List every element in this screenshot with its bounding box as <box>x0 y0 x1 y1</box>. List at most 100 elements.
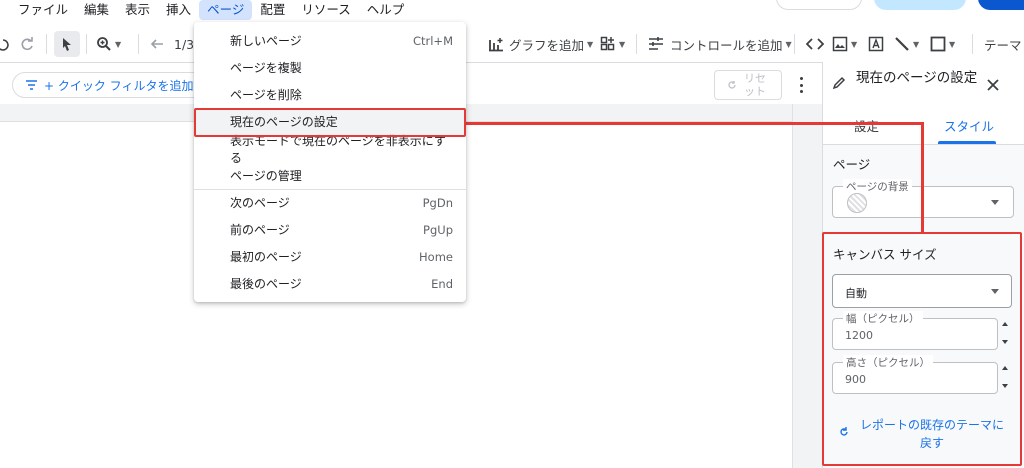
canvas-scroll-margin <box>792 104 822 468</box>
redo-button[interactable] <box>20 26 34 62</box>
toolbar-divider <box>86 34 87 54</box>
chevron-down-icon: ▼ <box>587 39 594 49</box>
menu-item-label: ページを複製 <box>230 61 302 75</box>
page-section-title: ページ <box>833 157 871 172</box>
select-tool-button[interactable] <box>54 31 80 57</box>
close-panel-button[interactable] <box>986 76 1000 94</box>
menu-item-label: 新しいページ <box>230 34 302 48</box>
menu-item-previous-page[interactable]: 前のページ PgUp <box>194 216 466 243</box>
redo-icon <box>21 37 33 51</box>
page-menu-dropdown: 新しいページ Ctrl+M ページを複製 ページを削除 現在のページの設定 表示… <box>194 22 466 302</box>
previous-page-button[interactable] <box>150 26 164 62</box>
community-viz-icon <box>600 36 615 51</box>
toolbar-divider <box>972 34 973 54</box>
kebab-dot <box>799 90 803 93</box>
reset-icon <box>728 81 736 89</box>
more-options-button[interactable] <box>795 74 807 96</box>
toolbar-divider <box>794 34 795 54</box>
rectangle-shape-icon <box>930 36 946 52</box>
menu-item-label: 前のページ <box>230 223 290 237</box>
menu-resource[interactable]: リソース <box>293 0 358 20</box>
insert-shape-button[interactable]: ▼ <box>930 26 955 62</box>
tab-settings[interactable]: 設定 <box>854 116 879 135</box>
page-background-label: ページの背景 <box>843 179 912 194</box>
menu-item-label: 次のページ <box>230 196 290 210</box>
menu-item-shortcut: Ctrl+M <box>412 33 453 48</box>
add-chart-button[interactable]: グラフを追加 ▼ <box>488 26 593 62</box>
canvas-size-highlight-box <box>822 232 1022 466</box>
menu-bar: ファイル 編集 表示 挿入 ページ 配置 リソース ヘルプ <box>0 0 1024 20</box>
annotation-connector-vertical <box>921 122 924 233</box>
toolbar-divider <box>636 34 637 54</box>
line-icon <box>895 37 909 51</box>
menu-item-manage-pages[interactable]: ページの管理 <box>194 162 466 189</box>
annotation-connector-horizontal <box>466 122 924 125</box>
add-control-button[interactable]: コントロールを追加 ▼ <box>648 26 792 62</box>
toolbar: ▼ 1/3 グラフを追加 ▼ ▼ コントロールを追加 ▼ ▼ ▼ ▼ テーマ <box>0 26 1024 62</box>
zoom-button[interactable]: ▼ <box>96 26 121 62</box>
text-box-icon <box>868 36 884 52</box>
insert-text-button[interactable] <box>868 26 884 62</box>
edit-pencil-icon <box>832 74 846 92</box>
toolbar-divider <box>46 34 47 54</box>
menu-page[interactable]: ページ <box>199 0 253 20</box>
undo-icon <box>0 39 9 51</box>
menu-item-duplicate-page[interactable]: ページを複製 <box>194 54 466 81</box>
menu-item-shortcut: PgUp <box>423 222 453 237</box>
menu-file[interactable]: ファイル <box>10 0 76 20</box>
quick-filter-label: + クイック フィルタを追加 <box>44 78 194 93</box>
menu-insert[interactable]: 挿入 <box>158 0 199 20</box>
code-brackets-icon <box>806 38 824 50</box>
menu-view[interactable]: 表示 <box>117 0 158 20</box>
menu-item-delete-page[interactable]: ページを削除 <box>194 81 466 108</box>
quick-filter-button[interactable]: + クイック フィルタを追加 <box>12 72 207 98</box>
add-chart-label: グラフを追加 <box>509 37 585 53</box>
insert-image-button[interactable]: ▼ <box>832 26 857 62</box>
menu-item-label: 最後のページ <box>230 277 302 291</box>
add-control-label: コントロールを追加 <box>670 37 783 53</box>
cursor-arrow-icon <box>63 38 71 51</box>
add-chart-icon <box>489 38 503 52</box>
embed-code-button[interactable] <box>806 26 824 62</box>
menu-item-last-page[interactable]: 最後のページ End <box>194 270 466 297</box>
menu-arrange[interactable]: 配置 <box>252 0 293 20</box>
chevron-down-icon: ▼ <box>115 39 122 49</box>
tab-style[interactable]: スタイル <box>944 116 994 135</box>
toolbar-divider <box>138 34 139 54</box>
close-icon <box>987 79 999 91</box>
kebab-dot <box>799 77 803 80</box>
zoom-in-icon <box>97 37 111 51</box>
current-page-settings-highlight-box <box>194 108 466 137</box>
controls-tune-icon <box>649 37 663 50</box>
color-swatch <box>847 193 867 213</box>
menu-item-first-page[interactable]: 最初のページ Home <box>194 243 466 270</box>
chevron-down-icon: ▼ <box>785 39 792 49</box>
menu-item-shortcut: PgDn <box>422 195 453 210</box>
menu-item-label: 最初のページ <box>230 250 302 264</box>
theme-and-layout-button[interactable]: テーマ <box>984 26 1024 62</box>
menu-edit[interactable]: 編集 <box>76 0 117 20</box>
insert-line-button[interactable]: ▼ <box>894 26 919 62</box>
reset-button[interactable]: リセット <box>714 70 782 100</box>
undo-button[interactable] <box>0 26 10 62</box>
menu-item-label: ページを削除 <box>230 88 302 102</box>
reset-label: リセット <box>744 72 766 98</box>
panel-title: 現在のページの設定 <box>856 70 978 86</box>
menu-help[interactable]: ヘルプ <box>359 0 413 20</box>
page-indicator: 1/3 <box>174 36 195 52</box>
chevron-down-icon: ▼ <box>949 39 956 49</box>
chevron-down-icon: ▼ <box>913 39 920 49</box>
chevron-down-icon: ▼ <box>619 39 626 49</box>
add-community-viz-button[interactable]: ▼ <box>600 26 625 62</box>
menu-item-hide-page-in-view-mode[interactable]: 表示モードで現在のページを非表示にする <box>194 134 466 165</box>
filter-icon <box>26 80 37 90</box>
menu-item-label: ページの管理 <box>230 169 302 183</box>
kebab-dot <box>799 83 803 87</box>
menu-item-shortcut: End <box>431 276 453 291</box>
chevron-down-icon: ▼ <box>851 39 858 49</box>
chevron-down-icon <box>991 200 999 205</box>
menu-item-new-page[interactable]: 新しいページ Ctrl+M <box>194 27 466 54</box>
arrow-left-icon <box>150 39 163 49</box>
menu-item-next-page[interactable]: 次のページ PgDn <box>194 189 466 216</box>
image-icon <box>832 36 848 52</box>
